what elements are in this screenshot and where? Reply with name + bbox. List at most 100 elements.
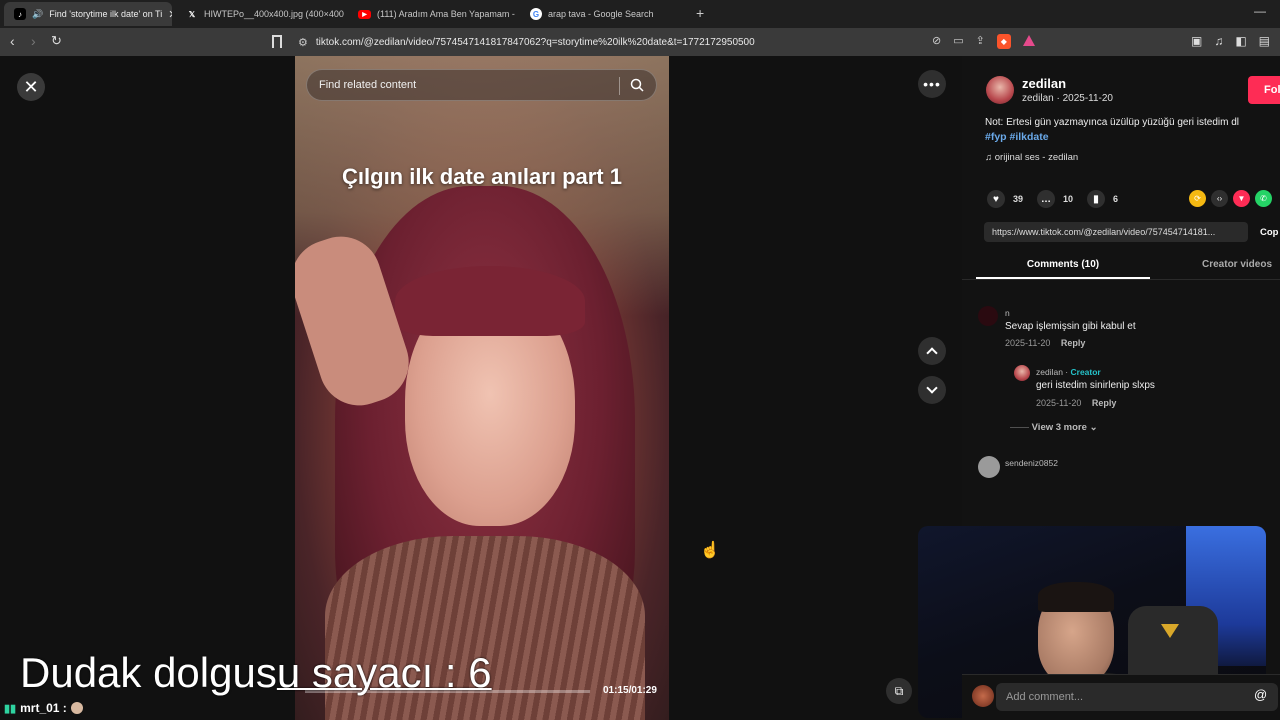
reply-username[interactable]: zedilan · Creator: [1036, 367, 1101, 377]
reply-text: geri istedim sinirlenip slxps: [1036, 380, 1155, 391]
tab-title: HIWTEPo__400x400.jpg (400×400): [204, 9, 344, 19]
follow-button[interactable]: Fol: [1248, 76, 1280, 104]
tiktok-page: ✕ Find related content Çılgın ilk date a…: [0, 56, 1280, 720]
view-more-label: View 3 more: [1031, 422, 1087, 433]
webcam-streamer-hair: [1038, 582, 1114, 612]
brave-rewards-icon[interactable]: [1022, 35, 1035, 46]
reply-button[interactable]: Reply: [1092, 398, 1117, 408]
tab-divider: [962, 279, 1280, 280]
google-icon: G: [530, 8, 542, 20]
tab-title: arap tava - Google Search: [548, 9, 654, 19]
tab-image[interactable]: 𝕏 HIWTEPo__400x400.jpg (400×400): [176, 2, 344, 26]
like-count: 39: [1013, 194, 1024, 204]
tab-title: (111) Aradım Ama Ben Yapamam - Yo: [377, 9, 516, 19]
translate-icon[interactable]: ⊘: [932, 34, 941, 49]
tab-comments[interactable]: Comments (10): [976, 259, 1150, 270]
reply-date: 2025-11-20: [1036, 398, 1082, 408]
reply-author: zedilan ·: [1036, 367, 1071, 377]
forward-icon[interactable]: ›: [31, 34, 36, 48]
close-tab-icon[interactable]: ✕: [168, 8, 172, 21]
comment-icon[interactable]: …: [1037, 190, 1056, 208]
music-link[interactable]: ♫ orijinal ses - zedilan: [985, 152, 1078, 163]
author-name[interactable]: zedilan: [1022, 76, 1066, 91]
creator-badge: Creator: [1070, 367, 1101, 377]
tab-creator-videos[interactable]: Creator videos: [1202, 259, 1272, 270]
creator-avatar[interactable]: [1014, 365, 1030, 381]
author-avatar[interactable]: [986, 76, 1014, 104]
repost-icon[interactable]: ⟳: [1189, 190, 1206, 207]
video-caption-overlay: Çılgın ilk date anıları part 1: [342, 164, 622, 189]
embed-icon[interactable]: ‹›: [1211, 190, 1228, 207]
wallet-icon[interactable]: ▤: [1259, 34, 1270, 48]
hashtags[interactable]: #fyp #ilkdate: [985, 131, 1049, 143]
search-icon[interactable]: [630, 78, 644, 92]
comment-date: 2025-11-20: [1005, 338, 1051, 348]
chat-username: mrt_01 :: [20, 701, 67, 715]
chevron-down-icon: ⌄: [1089, 422, 1098, 433]
back-icon[interactable]: ‹: [10, 34, 15, 48]
copy-link-button[interactable]: Cop: [1260, 227, 1278, 238]
engagement-stats: ♥ 39 … 10 ▮ 6: [987, 190, 1118, 208]
comment-username[interactable]: n: [1005, 308, 1010, 318]
comment-composer: Add comment... @: [962, 674, 1280, 720]
media-icon[interactable]: ♫: [1214, 34, 1223, 48]
counter-underlined: u sayacı : 6: [276, 649, 492, 696]
chat-badge-icon: ▮▮: [4, 702, 17, 715]
counter-prefix: Dudak dolgus: [20, 649, 277, 696]
reload-icon[interactable]: ↻: [51, 34, 62, 48]
screenshot-icon[interactable]: ▣: [1191, 34, 1202, 48]
tab-title: Find 'storytime ilk date' on Ti: [49, 9, 163, 19]
cast-icon[interactable]: ▭: [953, 34, 963, 49]
bookmark-save-icon[interactable]: ▮: [1087, 190, 1106, 208]
next-video-button[interactable]: [918, 376, 946, 404]
previous-video-button[interactable]: [918, 337, 946, 365]
more-options-icon[interactable]: •••: [918, 70, 946, 98]
mention-icon[interactable]: @: [1254, 687, 1267, 702]
browser-navbar: ‹ › ↻ ⚙ tiktok.com/@zedilan/video/757454…: [0, 28, 1280, 56]
toolbar-icons: ▣ ♫ ◧ ▤: [1191, 34, 1270, 48]
comment-username[interactable]: sendeniz0852: [1005, 458, 1058, 468]
search-divider: [619, 77, 620, 95]
current-user-avatar[interactable]: [972, 685, 994, 707]
tab-youtube[interactable]: ▶ (111) Aradım Ama Ben Yapamam - Yo: [348, 2, 516, 26]
chevron-down-icon: [926, 382, 938, 394]
video-description: Not: Ertesi gün yazmayınca üzülüp yüzüğü…: [985, 117, 1240, 128]
pip-button[interactable]: ⧉: [886, 678, 912, 704]
chevron-up-icon: [926, 347, 938, 359]
save-count: 6: [1113, 194, 1119, 204]
pip-icon: ⧉: [894, 683, 904, 698]
sidebar-icon[interactable]: ◧: [1235, 34, 1246, 48]
reply-meta: 2025-11-20 Reply: [1036, 398, 1116, 408]
bookmark-icon[interactable]: [272, 35, 282, 48]
search-placeholder: Find related content: [319, 79, 417, 91]
new-tab-icon[interactable]: +: [696, 5, 704, 21]
video-link-field[interactable]: https://www.tiktok.com/@zedilan/video/75…: [984, 222, 1248, 242]
comment-text: Sevap işlemişsin gibi kabul et: [1005, 321, 1136, 332]
commenter-avatar[interactable]: [978, 306, 998, 326]
brave-shield-icon[interactable]: ◆: [996, 34, 1011, 49]
whatsapp-icon[interactable]: ✆: [1255, 190, 1272, 207]
related-search-input[interactable]: Find related content: [306, 69, 657, 101]
video-player[interactable]: Find related content Çılgın ilk date anı…: [295, 56, 669, 720]
hand-cursor-icon: ☝: [700, 542, 720, 559]
comment-meta: 2025-11-20 Reply: [1005, 338, 1085, 348]
view-more-replies[interactable]: —— View 3 more ⌄: [1010, 422, 1098, 433]
address-bar-actions: ⊘ ▭ ⇪ ◆: [932, 34, 1035, 49]
reply-button[interactable]: Reply: [1061, 338, 1086, 348]
commenter-avatar[interactable]: [978, 456, 1000, 478]
add-comment-input[interactable]: Add comment...: [996, 683, 1278, 711]
site-info-icon[interactable]: ⚙: [298, 36, 308, 49]
browser-tabbar: ♪ 🔊 Find 'storytime ilk date' on Ti ✕ 𝕏 …: [0, 0, 1280, 28]
heart-icon[interactable]: ♥: [987, 190, 1005, 208]
video-frame-bangs: [395, 266, 585, 336]
video-time: 01:15/01:29: [603, 685, 657, 696]
tab-tiktok[interactable]: ♪ 🔊 Find 'storytime ilk date' on Ti ✕: [4, 2, 172, 26]
share-icon[interactable]: ⇪: [976, 34, 985, 49]
url-text: tiktok.com/@zedilan/video/75745471418178…: [315, 36, 755, 48]
author-meta: zedilan · 2025-11-20: [1022, 93, 1113, 104]
tab-google[interactable]: G arap tava - Google Search: [520, 2, 688, 26]
stream-counter-overlay: Dudak dolgusu sayacı : 6: [20, 648, 492, 698]
close-video-icon[interactable]: ✕: [17, 73, 45, 101]
minimize-icon[interactable]: —: [1254, 4, 1266, 18]
send-icon[interactable]: ▼: [1233, 190, 1250, 207]
